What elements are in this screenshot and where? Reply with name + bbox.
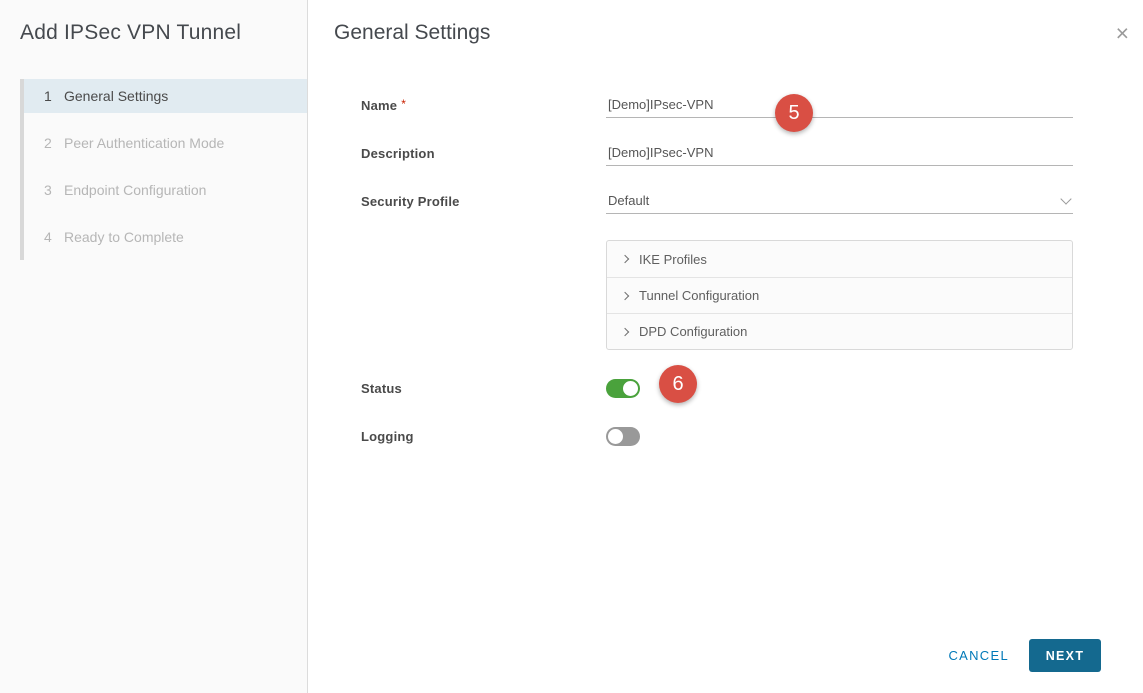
step-peer-authentication-mode[interactable]: 2 Peer Authentication Mode — [24, 126, 307, 160]
wizard-sidebar: Add IPSec VPN Tunnel 1 General Settings … — [0, 0, 308, 693]
chevron-down-icon — [1060, 193, 1071, 204]
annotation-badge-5: 5 — [775, 94, 813, 132]
accordion-label: DPD Configuration — [639, 324, 747, 339]
logging-label: Logging — [361, 429, 606, 444]
description-label: Description — [361, 144, 606, 166]
wizard-main-panel: General Settings × Name* Description Sec… — [309, 0, 1143, 693]
required-asterisk: * — [401, 97, 406, 111]
chevron-right-icon — [621, 255, 629, 263]
step-label: Endpoint Configuration — [64, 182, 206, 198]
page-title: General Settings — [334, 21, 490, 45]
general-settings-form: Name* Description Security Profile Defau… — [361, 96, 1073, 474]
logging-toggle[interactable] — [606, 427, 640, 446]
step-label: Peer Authentication Mode — [64, 135, 224, 151]
cancel-button[interactable]: CANCEL — [948, 648, 1009, 663]
step-number: 4 — [44, 229, 64, 245]
status-row: Status — [361, 378, 1073, 398]
toggle-knob — [623, 381, 638, 396]
security-profile-row: Security Profile Default — [361, 192, 1073, 214]
wizard-footer: CANCEL NEXT — [948, 639, 1101, 672]
security-profile-select[interactable]: Default — [606, 192, 1073, 214]
status-toggle[interactable] — [606, 379, 640, 398]
chevron-right-icon — [621, 327, 629, 335]
status-label: Status — [361, 381, 606, 396]
close-icon[interactable]: × — [1116, 22, 1129, 45]
toggle-knob — [608, 429, 623, 444]
name-row: Name* — [361, 96, 1073, 118]
step-endpoint-configuration[interactable]: 3 Endpoint Configuration — [24, 173, 307, 207]
security-profile-value: Default — [606, 192, 649, 208]
accordion-dpd-configuration[interactable]: DPD Configuration — [607, 313, 1072, 349]
step-number: 2 — [44, 135, 64, 151]
accordion-ike-profiles[interactable]: IKE Profiles — [607, 241, 1072, 277]
chevron-right-icon — [621, 291, 629, 299]
step-general-settings[interactable]: 1 General Settings — [24, 79, 307, 113]
profiles-accordion: IKE Profiles Tunnel Configuration DPD Co… — [606, 240, 1073, 350]
step-label: Ready to Complete — [64, 229, 184, 245]
step-ready-to-complete[interactable]: 4 Ready to Complete — [24, 220, 307, 254]
description-input[interactable] — [606, 144, 1073, 160]
accordion-tunnel-configuration[interactable]: Tunnel Configuration — [607, 277, 1072, 313]
step-number: 1 — [44, 88, 64, 104]
next-button[interactable]: NEXT — [1029, 639, 1101, 672]
security-profile-label: Security Profile — [361, 192, 606, 214]
name-input[interactable] — [606, 96, 1073, 112]
step-number: 3 — [44, 182, 64, 198]
logging-row: Logging — [361, 426, 1073, 446]
accordion-label: Tunnel Configuration — [639, 288, 759, 303]
accordion-label: IKE Profiles — [639, 252, 707, 267]
description-field-wrap — [606, 144, 1073, 166]
annotation-badge-6: 6 — [659, 365, 697, 403]
wizard-step-list: 1 General Settings 2 Peer Authentication… — [20, 79, 307, 260]
name-label: Name* — [361, 96, 606, 118]
name-field-wrap — [606, 96, 1073, 118]
description-row: Description — [361, 144, 1073, 166]
wizard-title: Add IPSec VPN Tunnel — [20, 21, 241, 45]
step-label: General Settings — [64, 88, 168, 104]
